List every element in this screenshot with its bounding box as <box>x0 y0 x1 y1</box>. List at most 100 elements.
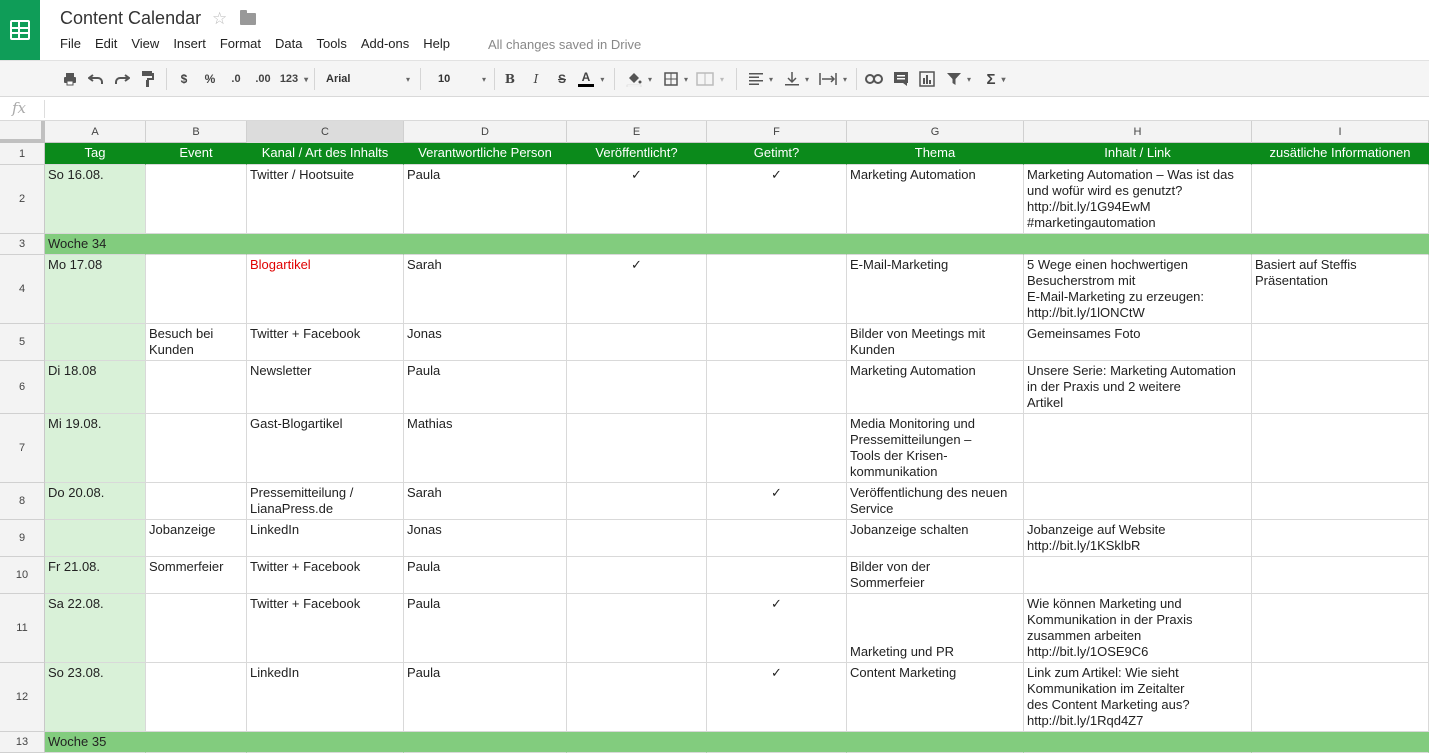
week-cell[interactable]: Woche 35 <box>45 732 146 753</box>
table-cell[interactable] <box>1252 483 1429 520</box>
table-cell[interactable]: Unsere Serie: Marketing Automation in de… <box>1024 361 1252 414</box>
table-cell[interactable] <box>1252 165 1429 234</box>
row-header[interactable]: 10 <box>0 557 45 594</box>
folder-icon[interactable] <box>240 10 256 25</box>
table-cell[interactable] <box>567 520 707 557</box>
table-cell[interactable] <box>146 663 247 732</box>
week-cell[interactable] <box>1024 732 1252 753</box>
row-header[interactable]: 8 <box>0 483 45 520</box>
table-cell[interactable]: Paula <box>404 361 567 414</box>
table-cell[interactable]: Sa 22.08. <box>45 594 146 663</box>
week-cell[interactable] <box>847 732 1024 753</box>
column-header-c[interactable]: C <box>247 121 404 143</box>
italic-button[interactable]: I <box>528 69 544 89</box>
table-cell[interactable]: Media Monitoring und Pressemitteilungen … <box>847 414 1024 483</box>
table-cell[interactable]: Twitter + Facebook <box>247 557 404 594</box>
align-icon[interactable]: ▾ <box>746 69 776 89</box>
table-cell[interactable] <box>567 594 707 663</box>
table-cell[interactable]: ✓ <box>567 165 707 234</box>
table-cell[interactable] <box>567 324 707 361</box>
paint-format-icon[interactable] <box>138 69 158 89</box>
table-cell[interactable] <box>146 414 247 483</box>
table-cell[interactable]: Marketing und PR <box>847 594 1024 663</box>
table-cell[interactable]: So 23.08. <box>45 663 146 732</box>
table-cell[interactable]: Twitter / Hootsuite <box>247 165 404 234</box>
table-cell[interactable] <box>707 414 847 483</box>
table-cell[interactable] <box>1252 520 1429 557</box>
table-cell[interactable]: Paula <box>404 594 567 663</box>
select-all-corner[interactable] <box>0 121 45 143</box>
column-header-d[interactable]: D <box>404 121 567 143</box>
table-cell[interactable]: Basiert auf Steffis Präsentation <box>1252 255 1429 324</box>
valign-icon[interactable]: ▾ <box>782 69 812 89</box>
table-cell[interactable] <box>146 361 247 414</box>
table-cell[interactable] <box>707 255 847 324</box>
table-cell[interactable]: ✓ <box>707 165 847 234</box>
menu-add-ons[interactable]: Add-ons <box>361 36 409 51</box>
header-cell[interactable]: zusätliche Informationen <box>1252 143 1429 165</box>
header-cell[interactable]: Event <box>146 143 247 165</box>
table-cell[interactable] <box>1252 663 1429 732</box>
table-cell[interactable]: Di 18.08 <box>45 361 146 414</box>
table-cell[interactable]: Bilder von der Sommerfeier <box>847 557 1024 594</box>
header-cell[interactable]: Tag <box>45 143 146 165</box>
table-cell[interactable]: Jobanzeige schalten <box>847 520 1024 557</box>
table-cell[interactable]: Marketing Automation <box>847 361 1024 414</box>
header-cell[interactable]: Veröffentlicht? <box>567 143 707 165</box>
chart-icon[interactable] <box>917 69 937 89</box>
column-header-f[interactable]: F <box>707 121 847 143</box>
table-cell[interactable] <box>567 557 707 594</box>
column-header-i[interactable]: I <box>1252 121 1429 143</box>
week-cell[interactable] <box>1024 234 1252 255</box>
table-cell[interactable] <box>567 663 707 732</box>
row-header[interactable]: 6 <box>0 361 45 414</box>
table-cell[interactable]: LinkedIn <box>247 520 404 557</box>
print-icon[interactable] <box>60 69 80 89</box>
column-header-b[interactable]: B <box>146 121 247 143</box>
table-cell[interactable]: Marketing Automation <box>847 165 1024 234</box>
row-header[interactable]: 1 <box>0 143 45 165</box>
font-size-dropdown[interactable]: 10 ▾ <box>438 69 486 89</box>
table-cell[interactable]: Paula <box>404 663 567 732</box>
week-cell[interactable] <box>1252 234 1429 255</box>
column-header-g[interactable]: G <box>847 121 1024 143</box>
table-cell[interactable]: Paula <box>404 557 567 594</box>
table-cell[interactable] <box>146 594 247 663</box>
row-header[interactable]: 13 <box>0 732 45 753</box>
table-cell[interactable]: ✓ <box>707 663 847 732</box>
header-cell[interactable]: Inhalt / Link <box>1024 143 1252 165</box>
table-cell[interactable]: Link zum Artikel: Wie sieht Kommunikatio… <box>1024 663 1252 732</box>
font-dropdown[interactable]: Arial ▾ <box>326 69 410 89</box>
table-cell[interactable]: Fr 21.08. <box>45 557 146 594</box>
table-cell[interactable]: Jonas <box>404 520 567 557</box>
week-cell[interactable] <box>707 732 847 753</box>
comment-icon[interactable] <box>891 69 911 89</box>
table-cell[interactable]: Veröffentlichung des neuen Service <box>847 483 1024 520</box>
week-cell[interactable] <box>247 732 404 753</box>
decrease-decimal-button[interactable]: .0 <box>226 69 246 89</box>
table-cell[interactable] <box>1252 414 1429 483</box>
column-header-a[interactable]: A <box>45 121 146 143</box>
table-cell[interactable] <box>567 414 707 483</box>
merge-icon[interactable]: ▾ <box>694 69 726 89</box>
table-cell[interactable]: 5 Wege einen hochwertigen Besucherstrom … <box>1024 255 1252 324</box>
table-cell[interactable]: Gemeinsames Foto <box>1024 324 1252 361</box>
table-cell[interactable] <box>146 255 247 324</box>
row-header[interactable]: 12 <box>0 663 45 732</box>
table-cell[interactable] <box>707 361 847 414</box>
table-cell[interactable]: Wie können Marketing und Kommunikation i… <box>1024 594 1252 663</box>
table-cell[interactable] <box>1024 483 1252 520</box>
table-cell[interactable]: ✓ <box>567 255 707 324</box>
menu-edit[interactable]: Edit <box>95 36 117 51</box>
table-cell[interactable]: Marketing Automation – Was ist das und w… <box>1024 165 1252 234</box>
menu-view[interactable]: View <box>131 36 159 51</box>
column-header-h[interactable]: H <box>1024 121 1252 143</box>
wrap-icon[interactable]: ▾ <box>816 69 850 89</box>
week-cell[interactable] <box>146 732 247 753</box>
table-cell[interactable]: Sommerfeier <box>146 557 247 594</box>
table-cell[interactable]: Jobanzeige <box>146 520 247 557</box>
header-cell[interactable]: Thema <box>847 143 1024 165</box>
week-cell[interactable] <box>1252 732 1429 753</box>
table-cell[interactable] <box>146 483 247 520</box>
table-cell[interactable]: E-Mail-Marketing <box>847 255 1024 324</box>
